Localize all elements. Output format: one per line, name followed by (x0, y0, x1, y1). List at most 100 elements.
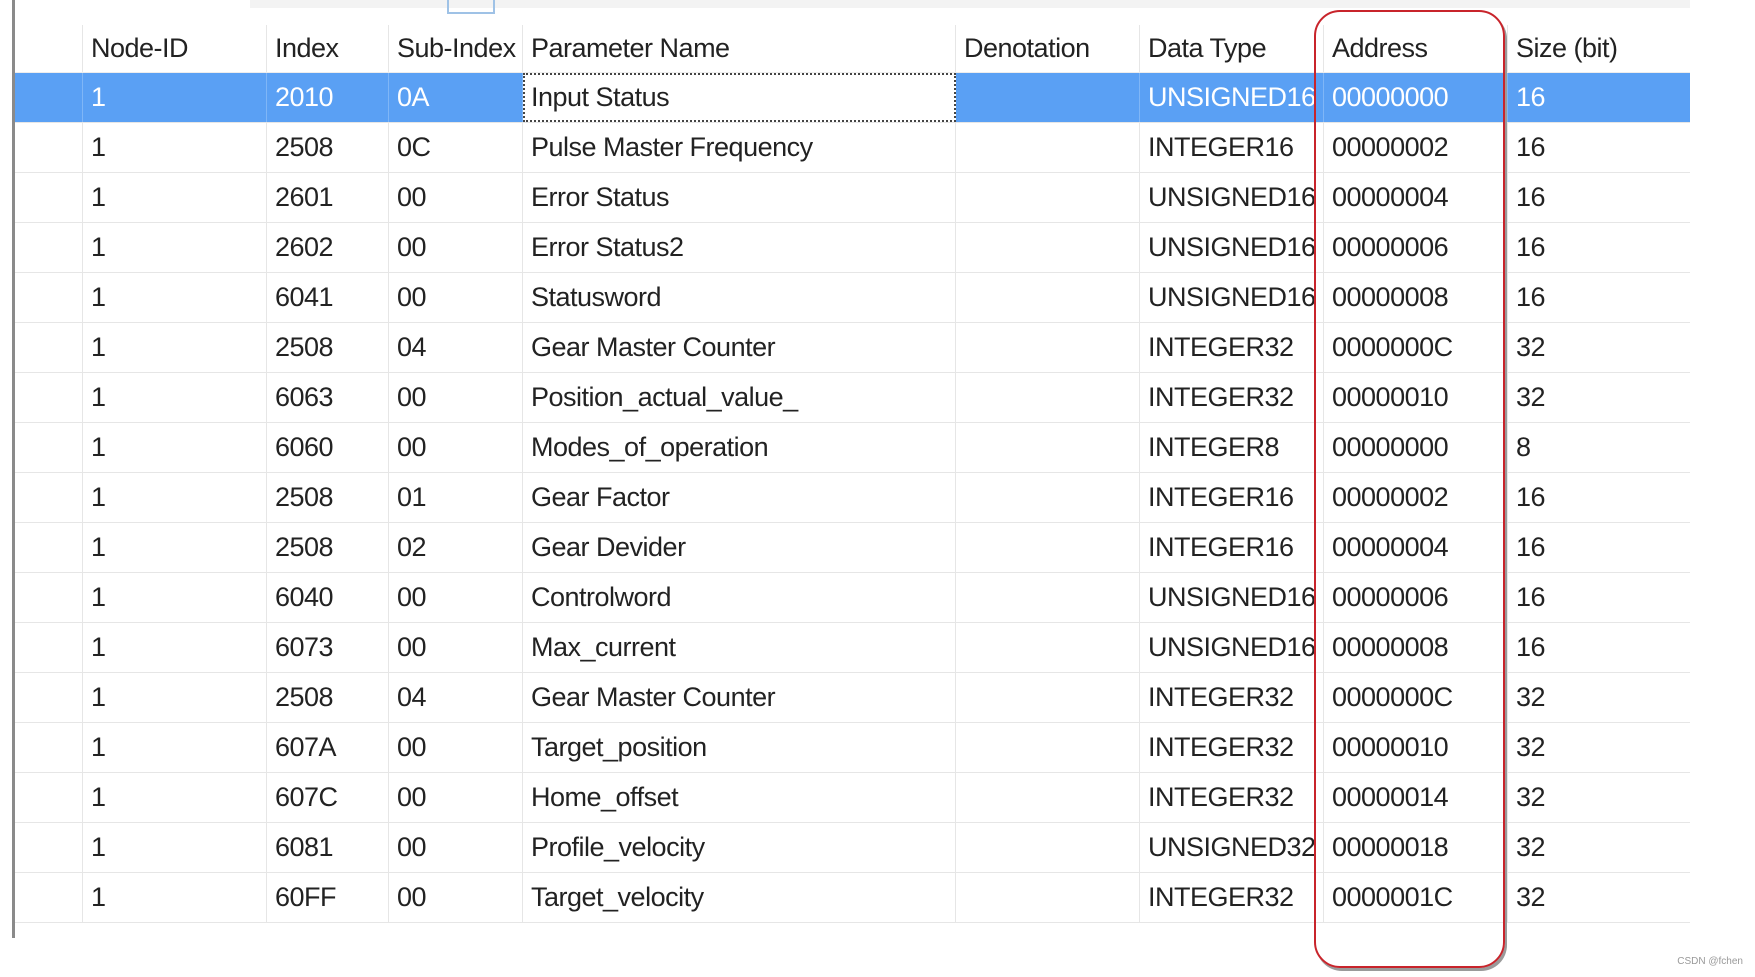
cell-index[interactable]: 2508 (267, 473, 389, 522)
table-row[interactable]: 1 2602 00 Error Status2 UNSIGNED16 00000006 16 (15, 223, 1690, 273)
cell-node-id[interactable]: 1 (83, 173, 267, 222)
cell-index[interactable]: 2602 (267, 223, 389, 272)
row-selector-cell[interactable] (15, 723, 83, 772)
cell-size-bit[interactable]: 16 (1508, 73, 1690, 122)
cell-index[interactable]: 6041 (267, 273, 389, 322)
cell-denotation[interactable] (956, 273, 1140, 322)
cell-denotation[interactable] (956, 873, 1140, 922)
cell-address[interactable]: 00000008 (1324, 273, 1508, 322)
cell-data-type[interactable]: UNSIGNED16 (1140, 73, 1324, 122)
cell-size-bit[interactable]: 16 (1508, 523, 1690, 572)
column-header-address[interactable]: Address (1324, 25, 1508, 72)
cell-size-bit[interactable]: 32 (1508, 773, 1690, 822)
cell-sub-index[interactable]: 00 (389, 173, 523, 222)
cell-sub-index[interactable]: 00 (389, 373, 523, 422)
cell-parameter-name[interactable]: Pulse Master Frequency (523, 123, 956, 172)
cell-size-bit[interactable]: 16 (1508, 473, 1690, 522)
cell-address[interactable]: 00000014 (1324, 773, 1508, 822)
cell-size-bit[interactable]: 32 (1508, 873, 1690, 922)
cell-address[interactable]: 0000000C (1324, 673, 1508, 722)
parameter-table[interactable]: Node-ID Index Sub-Index Parameter Name Denot… (15, 10, 1690, 968)
cell-index[interactable]: 2508 (267, 323, 389, 372)
cell-parameter-name[interactable]: Controlword (523, 573, 956, 622)
cell-parameter-name[interactable]: Statusword (523, 273, 956, 322)
cell-data-type[interactable]: INTEGER32 (1140, 723, 1324, 772)
cell-size-bit[interactable]: 32 (1508, 373, 1690, 422)
cell-parameter-name[interactable]: Gear Master Counter (523, 323, 956, 372)
cell-sub-index[interactable]: 04 (389, 323, 523, 372)
cell-sub-index[interactable]: 00 (389, 823, 523, 872)
cell-node-id[interactable]: 1 (83, 573, 267, 622)
cell-node-id[interactable]: 1 (83, 673, 267, 722)
table-row[interactable]: 1 60FF 00 Target_velocity INTEGER32 0000001C 3… (15, 873, 1690, 923)
cell-data-type[interactable]: UNSIGNED16 (1140, 573, 1324, 622)
column-header-sub-index[interactable]: Sub-Index (389, 25, 523, 72)
cell-index[interactable]: 6060 (267, 423, 389, 472)
cell-size-bit[interactable]: 16 (1508, 223, 1690, 272)
row-selector-cell[interactable] (15, 873, 83, 922)
table-row[interactable]: 1 6063 00 Position_actual_value_ INTEGER32 00… (15, 373, 1690, 423)
cell-address[interactable]: 00000004 (1324, 173, 1508, 222)
cell-size-bit[interactable]: 32 (1508, 323, 1690, 372)
row-selector-cell[interactable] (15, 323, 83, 372)
row-selector-cell[interactable] (15, 123, 83, 172)
cell-index[interactable]: 2010 (267, 73, 389, 122)
cell-parameter-name[interactable]: Max_current (523, 623, 956, 672)
cell-size-bit[interactable]: 16 (1508, 623, 1690, 672)
cell-sub-index[interactable]: 00 (389, 873, 523, 922)
cell-node-id[interactable]: 1 (83, 123, 267, 172)
cell-index[interactable]: 6040 (267, 573, 389, 622)
cell-denotation[interactable] (956, 523, 1140, 572)
cell-parameter-name[interactable]: Target_velocity (523, 873, 956, 922)
cell-node-id[interactable]: 1 (83, 473, 267, 522)
cell-parameter-name[interactable]: Gear Factor (523, 473, 956, 522)
cell-denotation[interactable] (956, 123, 1140, 172)
cell-sub-index[interactable]: 02 (389, 523, 523, 572)
row-selector-cell[interactable] (15, 823, 83, 872)
cell-data-type[interactable]: INTEGER32 (1140, 873, 1324, 922)
cell-sub-index[interactable]: 0A (389, 73, 523, 122)
column-header-node-id[interactable]: Node-ID (83, 25, 267, 72)
row-selector-cell[interactable] (15, 623, 83, 672)
table-row[interactable]: 1 6040 00 Controlword UNSIGNED16 00000006 16 (15, 573, 1690, 623)
table-row[interactable]: 1 6060 00 Modes_of_operation INTEGER8 0000000… (15, 423, 1690, 473)
cell-parameter-name[interactable]: Position_actual_value_ (523, 373, 956, 422)
cell-address[interactable]: 00000000 (1324, 423, 1508, 472)
cell-node-id[interactable]: 1 (83, 723, 267, 772)
cell-address[interactable]: 00000000 (1324, 73, 1508, 122)
table-row[interactable]: 1 2508 01 Gear Factor INTEGER16 00000002 16 (15, 473, 1690, 523)
cell-parameter-name[interactable]: Profile_velocity (523, 823, 956, 872)
cell-index[interactable]: 60FF (267, 873, 389, 922)
cell-address[interactable]: 00000018 (1324, 823, 1508, 872)
cell-sub-index[interactable]: 00 (389, 423, 523, 472)
cell-denotation[interactable] (956, 673, 1140, 722)
cell-sub-index[interactable]: 04 (389, 673, 523, 722)
cell-denotation[interactable] (956, 473, 1140, 522)
cell-index[interactable]: 2508 (267, 523, 389, 572)
cell-sub-index[interactable]: 01 (389, 473, 523, 522)
cell-denotation[interactable] (956, 223, 1140, 272)
cell-data-type[interactable]: UNSIGNED16 (1140, 623, 1324, 672)
row-selector-cell[interactable] (15, 73, 83, 122)
cell-index[interactable]: 607C (267, 773, 389, 822)
cell-parameter-name[interactable]: Target_position (523, 723, 956, 772)
cell-address[interactable]: 0000000C (1324, 323, 1508, 372)
row-selector-cell[interactable] (15, 223, 83, 272)
cell-data-type[interactable]: INTEGER16 (1140, 473, 1324, 522)
cell-size-bit[interactable]: 16 (1508, 573, 1690, 622)
cell-parameter-name[interactable]: Modes_of_operation (523, 423, 956, 472)
cell-address[interactable]: 00000006 (1324, 223, 1508, 272)
cell-index[interactable]: 6081 (267, 823, 389, 872)
row-selector-cell[interactable] (15, 423, 83, 472)
cell-address[interactable]: 00000002 (1324, 123, 1508, 172)
table-row[interactable]: 1 607A 00 Target_position INTEGER32 00000010 3… (15, 723, 1690, 773)
row-selector-cell[interactable] (15, 573, 83, 622)
cell-denotation[interactable] (956, 823, 1140, 872)
cell-node-id[interactable]: 1 (83, 823, 267, 872)
cell-data-type[interactable]: INTEGER16 (1140, 123, 1324, 172)
cell-address[interactable]: 00000008 (1324, 623, 1508, 672)
cell-sub-index[interactable]: 00 (389, 573, 523, 622)
cell-sub-index[interactable]: 00 (389, 273, 523, 322)
cell-size-bit[interactable]: 32 (1508, 673, 1690, 722)
cell-size-bit[interactable]: 32 (1508, 723, 1690, 772)
